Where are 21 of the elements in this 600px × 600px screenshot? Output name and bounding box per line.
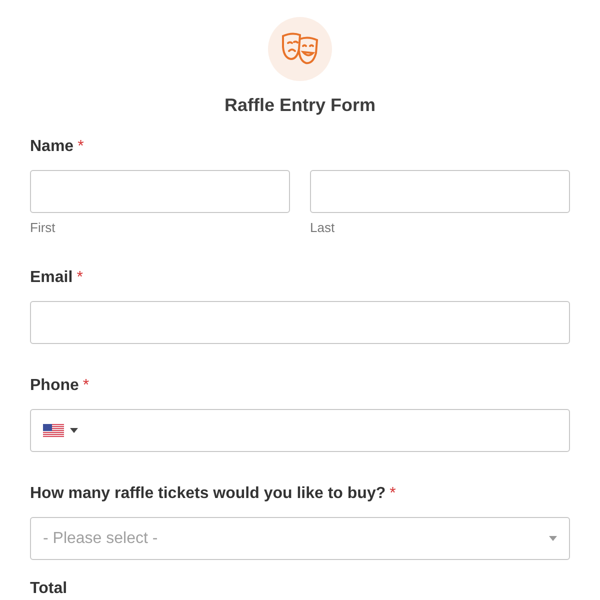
text-field[interactable]: [30, 170, 290, 213]
theater-masks-icon: [280, 32, 320, 66]
caret-icon: [549, 536, 557, 541]
required-mark: *: [82, 377, 90, 394]
select-field[interactable]: - Please select -: [30, 517, 570, 560]
text-field[interactable]: [310, 170, 570, 213]
required-mark: *: [76, 269, 83, 286]
sub-label: First: [30, 220, 56, 235]
field-label: How many raffle tickets would you like to buy?: [30, 485, 386, 502]
field-label: Phone: [30, 377, 79, 394]
field-label: Name: [30, 138, 74, 155]
field-label: Email: [30, 269, 73, 286]
us-flag-icon: [43, 424, 64, 437]
text-field[interactable]: [30, 301, 570, 344]
phone-field[interactable]: [30, 409, 570, 452]
form-title: Raffle Entry Form: [224, 95, 376, 116]
caret-icon: [70, 428, 78, 433]
required-mark: *: [390, 485, 396, 502]
field-label: Total: [30, 580, 68, 597]
sub-label: Last: [310, 220, 336, 235]
required-mark: *: [78, 138, 84, 155]
